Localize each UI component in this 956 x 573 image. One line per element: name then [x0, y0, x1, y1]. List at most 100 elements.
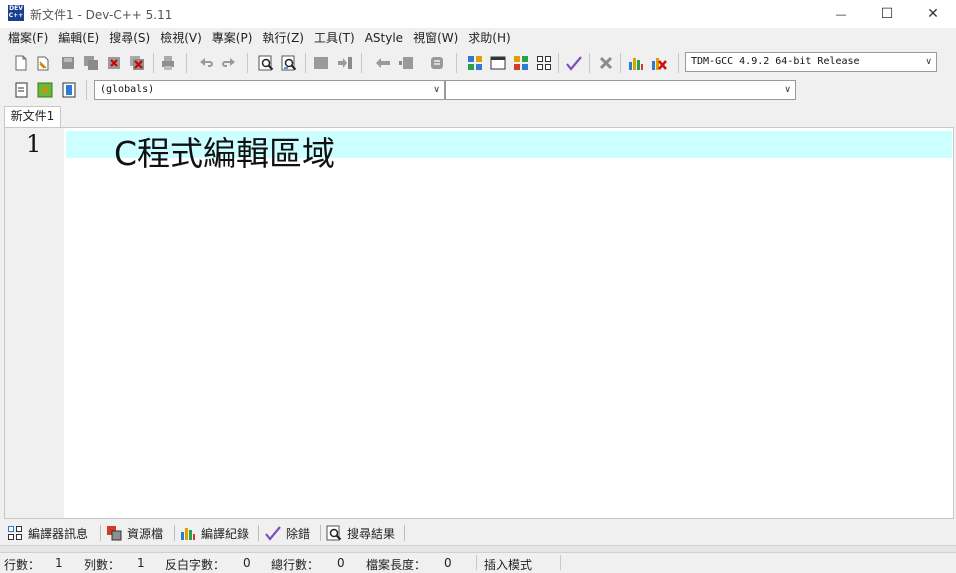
tab-compile-log[interactable]: 編譯紀錄: [180, 522, 249, 544]
syntax-check-icon[interactable]: [566, 55, 582, 71]
chevron-down-icon: ∨: [925, 57, 932, 67]
profile-icon[interactable]: [628, 55, 644, 71]
debug-check-icon: [265, 526, 281, 541]
menu-help[interactable]: 求助(H): [464, 29, 514, 48]
compile-log-icon: [181, 528, 195, 540]
goto-icon[interactable]: [37, 82, 53, 98]
toolbar-separator: [186, 53, 187, 73]
symbol-select[interactable]: ∨: [445, 80, 796, 100]
line-number-gutter: [5, 128, 64, 518]
close-button[interactable]: ✕: [910, 0, 956, 28]
maximize-button[interactable]: ☐: [864, 0, 910, 28]
menu-window[interactable]: 視窗(W): [409, 29, 462, 48]
code-editor[interactable]: [4, 127, 954, 519]
close-all-icon[interactable]: [129, 55, 145, 71]
tab-separator: [258, 525, 259, 541]
menu-edit[interactable]: 編輯(E): [54, 29, 103, 48]
tab-compiler-messages[interactable]: 編譯器訊息: [7, 522, 88, 544]
line-number: 1: [26, 130, 42, 158]
menu-view[interactable]: 檢視(V): [156, 29, 206, 48]
menu-astyle[interactable]: AStyle: [361, 29, 407, 48]
new-file-icon[interactable]: [13, 55, 29, 71]
status-selected-value: 0: [243, 556, 251, 570]
unindent-icon[interactable]: [375, 55, 391, 71]
editor-tab[interactable]: 新文件1: [4, 106, 61, 127]
status-line-label: 行數：: [4, 558, 41, 572]
toolbar-separator: [678, 53, 679, 73]
chevron-down-icon: ∨: [784, 85, 791, 95]
run-icon[interactable]: [490, 55, 506, 71]
menu-search[interactable]: 搜尋(S): [105, 29, 154, 48]
status-line-value: 1: [55, 556, 63, 570]
status-bar: 行數： 1 列數： 1 反白字數： 0 總行數： 0 檔案長度： 0 插入模式: [0, 552, 956, 572]
scope-select[interactable]: (globals) ∨: [94, 80, 445, 100]
compile-icon[interactable]: [467, 55, 483, 71]
window-title: 新文件1 - Dev-C++ 5.11: [30, 8, 173, 22]
status-file-length-value: 0: [444, 556, 452, 570]
status-separator: [560, 555, 561, 570]
menu-tools[interactable]: 工具(T): [310, 29, 359, 48]
rebuild-icon[interactable]: [536, 55, 552, 71]
tab-search-results[interactable]: 搜尋結果: [326, 522, 395, 544]
toolbar-separator: [247, 53, 248, 73]
toolbar-separator: [456, 53, 457, 73]
undo-icon[interactable]: [198, 55, 214, 71]
redo-icon[interactable]: [221, 55, 237, 71]
maximize-icon: ☐: [880, 6, 894, 22]
compile-run-icon[interactable]: [513, 55, 529, 71]
menu-bar: 檔案(F) 編輯(E) 搜尋(S) 檢視(V) 專案(P) 執行(Z) 工具(T…: [0, 29, 956, 48]
toolbar-separator: [153, 53, 154, 73]
app-icon[interactable]: DEV C++: [8, 5, 24, 21]
chevron-down-icon: ∨: [433, 85, 440, 95]
toolbar-separator: [305, 53, 306, 73]
save-all-icon[interactable]: [83, 55, 99, 71]
status-total-lines-label: 總行數：: [271, 558, 320, 572]
compiler-icon: [8, 526, 22, 540]
replace-icon[interactable]: [281, 55, 297, 71]
tab-debug[interactable]: 除錯: [265, 522, 310, 544]
close-icon: ✕: [927, 6, 939, 22]
status-mode: 插入模式: [484, 558, 533, 572]
minimize-button[interactable]: —: [818, 0, 864, 28]
status-selected-label: 反白字數：: [165, 558, 226, 572]
search-icon: [326, 525, 342, 541]
toggle-panel-icon[interactable]: [61, 82, 77, 98]
print-icon[interactable]: [160, 55, 176, 71]
tab-separator: [320, 525, 321, 541]
tab-separator: [174, 525, 175, 541]
class-browser-toolbar: (globals) ∨ ∨: [0, 77, 800, 103]
toolbar-separator: [589, 53, 590, 73]
comment-icon[interactable]: [429, 55, 445, 71]
save-icon[interactable]: [60, 55, 76, 71]
toolbar-separator: [86, 80, 87, 100]
menu-execute[interactable]: 執行(Z): [258, 29, 308, 48]
status-file-length-label: 檔案長度：: [366, 558, 427, 572]
abort-icon[interactable]: [598, 55, 614, 71]
find-icon[interactable]: [258, 55, 274, 71]
panel-splitter[interactable]: [0, 545, 956, 552]
output-panel-tabs: 編譯器訊息 資源檔 編譯紀錄 除錯 搜尋結果: [0, 522, 956, 544]
goto-bookmark-icon[interactable]: [337, 55, 353, 71]
toolbar-separator: [558, 53, 559, 73]
tab-resources[interactable]: 資源檔: [106, 522, 163, 544]
delete-profile-icon[interactable]: [651, 55, 667, 71]
status-col-value: 1: [137, 556, 145, 570]
resources-icon: [107, 526, 122, 541]
toggle-bookmark-icon[interactable]: [313, 55, 329, 71]
code-line[interactable]: C程式編輯區域: [114, 135, 335, 173]
toolbar-separator: [620, 53, 621, 73]
insert-icon[interactable]: [14, 82, 30, 98]
status-col-label: 列數：: [84, 558, 121, 572]
menu-project[interactable]: 專案(P): [208, 29, 257, 48]
status-total-lines-value: 0: [337, 556, 345, 570]
open-file-icon[interactable]: [35, 55, 51, 71]
toolbar-separator: [361, 53, 362, 73]
minimize-icon: —: [835, 7, 847, 21]
indent-icon[interactable]: [398, 55, 414, 71]
menu-file[interactable]: 檔案(F): [4, 29, 52, 48]
status-separator: [476, 555, 477, 570]
compiler-select[interactable]: TDM-GCC 4.9.2 64-bit Release ∨: [685, 52, 937, 72]
close-file-icon[interactable]: [106, 55, 122, 71]
tab-separator: [100, 525, 101, 541]
main-toolbar: TDM-GCC 4.9.2 64-bit Release ∨: [0, 49, 956, 77]
